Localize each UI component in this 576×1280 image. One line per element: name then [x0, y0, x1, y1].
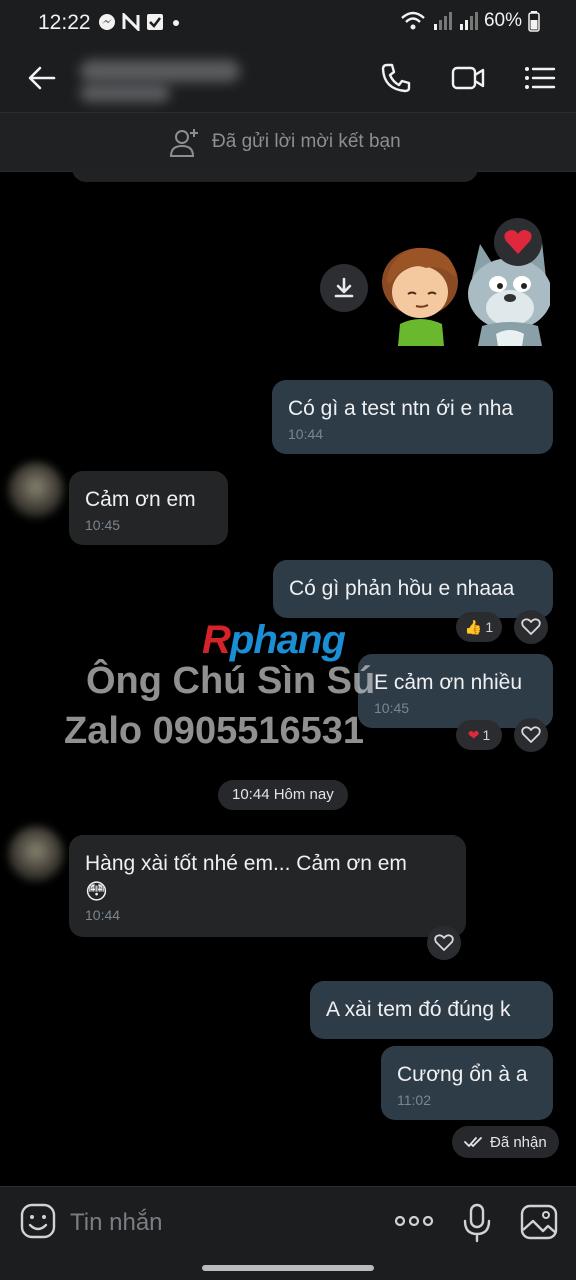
message-bubble-outgoing[interactable]: Có gì a test ntn ới e nha 10:44: [272, 380, 553, 454]
message-bubble-outgoing[interactable]: Có gì phản hồu e nhaaa: [273, 560, 553, 618]
add-friend-icon: [169, 129, 198, 157]
avatar[interactable]: [8, 826, 64, 882]
watermark-contact: Zalo 0905516531: [64, 710, 365, 752]
system-icons: 60%: [400, 10, 540, 32]
message-text: Cảm ơn em: [85, 488, 196, 511]
message-bubble-incoming[interactable]: Cảm ơn em 10:45: [69, 471, 228, 545]
message-bubble-outgoing[interactable]: E cảm ơn nhiều 10:45: [358, 654, 553, 728]
message-input[interactable]: Tin nhắn: [70, 1209, 163, 1237]
message-bubble-outgoing[interactable]: A xài tem đó đúng k: [310, 981, 553, 1039]
dot-icon: [173, 20, 179, 26]
phone-icon[interactable]: [378, 60, 414, 96]
n-app-icon: [122, 13, 140, 31]
download-icon: [334, 277, 354, 298]
message-text: Có gì a test ntn ới e nha: [288, 397, 514, 420]
battery-icon: [528, 11, 540, 32]
heart-outline-icon: [521, 726, 541, 743]
avatar[interactable]: [8, 462, 64, 518]
watermark-logo-rest: phang: [229, 618, 346, 662]
message-time: 11:02: [397, 1092, 431, 1108]
download-button[interactable]: [320, 264, 368, 312]
home-indicator[interactable]: [202, 1265, 374, 1271]
emoji-icon[interactable]: [20, 1203, 56, 1239]
message-time: 10:45: [374, 700, 410, 716]
heart-outline-icon: [521, 618, 541, 635]
watermark-text: Ông Chú Sìn Sú: [86, 660, 376, 702]
reaction-like-count[interactable]: 👍 1: [456, 612, 502, 642]
more-options-icon[interactable]: [394, 1211, 434, 1231]
double-check-icon: [464, 1137, 482, 1147]
status-bar: 12:22 60%: [0, 0, 576, 44]
microphone-icon[interactable]: [462, 1203, 492, 1243]
contact-name-blurred[interactable]: [70, 54, 250, 104]
messenger-icon: [99, 14, 115, 30]
emoji: 😳: [85, 879, 108, 904]
delivery-status-text: Đã nhận: [490, 1133, 547, 1151]
reaction-count: 1: [482, 727, 491, 743]
message-time: 10:45: [85, 517, 121, 533]
reaction-heart-count[interactable]: ❤ 1: [456, 720, 502, 750]
image-gallery-icon[interactable]: [520, 1203, 558, 1241]
heart-outline-icon: [434, 934, 454, 951]
menu-list-icon[interactable]: [522, 60, 558, 96]
react-button[interactable]: [427, 926, 461, 960]
chat-area[interactable]: Có gì a test ntn ới e nha 10:44 Cảm ơn e…: [0, 172, 576, 1186]
battery-percent: 60%: [483, 10, 522, 31]
checkbox-icon: [147, 14, 163, 30]
back-arrow-icon[interactable]: [24, 60, 60, 96]
react-button[interactable]: [514, 718, 548, 752]
thumbs-up-icon: 👍: [464, 618, 483, 635]
date-divider: 10:44 Hôm nay: [218, 780, 348, 810]
friend-request-text: Đã gửi lời mời kết bạn: [212, 131, 401, 152]
message-time: 10:44: [85, 907, 121, 923]
message-text: Cương ổn à a: [397, 1063, 528, 1086]
message-time: 10:44: [288, 426, 324, 442]
chat-header: [0, 44, 576, 112]
message-input-bar: Tin nhắn: [0, 1186, 576, 1280]
delivery-status: Đã nhận: [452, 1126, 559, 1158]
watermark-logo: Rphang: [202, 618, 346, 663]
sticker-reaction[interactable]: [494, 218, 542, 266]
status-time: 12:22: [38, 11, 91, 34]
message-bubble-outgoing[interactable]: Cương ổn à a 11:02: [381, 1046, 553, 1120]
message-text: E cảm ơn nhiều: [374, 671, 523, 694]
react-button[interactable]: [514, 610, 548, 644]
reaction-count: 1: [485, 619, 494, 635]
wifi-icon: [401, 11, 425, 30]
message-bubble-incoming[interactable]: Hàng xài tốt nhé em... Cảm ơn em 😳 10:44: [69, 835, 466, 937]
signal-icon: [459, 12, 478, 30]
signal-icon: [433, 12, 452, 30]
friend-request-bar: Đã gửi lời mời kết bạn: [0, 112, 576, 172]
message-text: Hàng xài tốt nhé em... Cảm ơn em: [85, 852, 407, 875]
message-text: Có gì phản hồu e nhaaa: [289, 577, 515, 600]
watermark-logo-r: R: [202, 618, 231, 662]
video-call-icon[interactable]: [450, 60, 486, 96]
notification-icons: [98, 13, 182, 31]
message-text: A xài tem đó đúng k: [326, 998, 511, 1021]
heart-reaction-icon: ❤: [467, 726, 480, 743]
heart-reaction-icon: [504, 230, 532, 254]
